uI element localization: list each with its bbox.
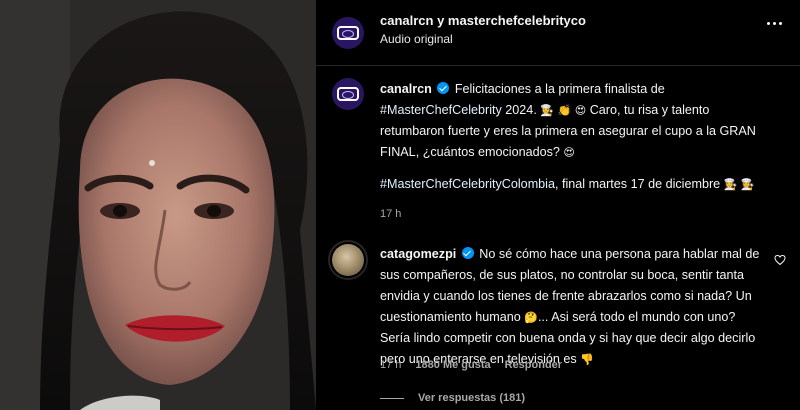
verified-badge-icon [461, 247, 474, 259]
view-replies-button[interactable]: Ver respuestas (181) [380, 392, 525, 404]
heart-eyes-emoji-icon: 😍 [563, 146, 575, 159]
likes-count[interactable]: 1880 Me gusta [415, 359, 490, 371]
chef-emoji-icon: 👩‍🍳 [540, 104, 555, 117]
heart-eyes-emoji-icon: 😍 [574, 104, 587, 117]
caption-avatar[interactable] [332, 78, 364, 110]
video-frame[interactable] [0, 0, 316, 410]
comment-meta: 17 h 1880 Me gusta Responder [380, 359, 562, 371]
thumbs-down-emoji-icon: 👎 [580, 353, 594, 366]
clap-emoji-icon: 👏 [557, 104, 572, 117]
caption-text-b: 2024. [505, 103, 537, 117]
hashtag-link[interactable]: #MasterChefCelebrityColombia [380, 177, 555, 191]
post-authors[interactable]: canalrcn y masterchefcelebrityco [380, 13, 586, 28]
chef-emoji-icon: 👩‍🍳 [723, 178, 738, 191]
audio-link[interactable]: Audio original [380, 32, 453, 46]
video-frame-image [0, 0, 316, 410]
post-caption: canalrcn Felicitaciones a la primera fin… [380, 79, 764, 195]
verified-badge-icon [437, 82, 450, 94]
thinking-emoji-icon: 🤔 [524, 311, 538, 324]
canal-rcn-logo [337, 87, 359, 101]
comment-body: catagomezpi No sé cómo hace una persona … [380, 244, 764, 370]
catagomezpi-avatar[interactable] [332, 244, 364, 276]
view-replies-label: Ver respuestas (181) [418, 392, 526, 404]
caption-meta: 17 h [380, 208, 401, 220]
canal-rcn-logo [337, 26, 359, 40]
replies-divider-line [380, 397, 404, 399]
caption-text-a: Felicitaciones a la primera finalista de [454, 82, 665, 96]
hashtag-link[interactable]: #MasterChefCelebrity [380, 103, 502, 117]
reply-button[interactable]: Responder [505, 359, 562, 371]
comment-time[interactable]: 17 h [380, 359, 401, 371]
canalrcn-avatar[interactable] [332, 17, 364, 49]
more-horizontal-icon[interactable] [767, 22, 782, 25]
caption-text-d: , final martes 17 de diciembre [554, 177, 721, 191]
caption-username[interactable]: canalrcn [380, 82, 432, 96]
post-panel: canalrcn y masterchefcelebrityco Audio o… [316, 0, 800, 410]
chef-emoji-icon: 👩‍🍳 [740, 178, 755, 191]
post-header: canalrcn y masterchefcelebrityco Audio o… [316, 0, 800, 66]
caption-time[interactable]: 17 h [380, 208, 401, 220]
heart-icon[interactable] [774, 254, 786, 266]
comment-username[interactable]: catagomezpi [380, 247, 456, 261]
